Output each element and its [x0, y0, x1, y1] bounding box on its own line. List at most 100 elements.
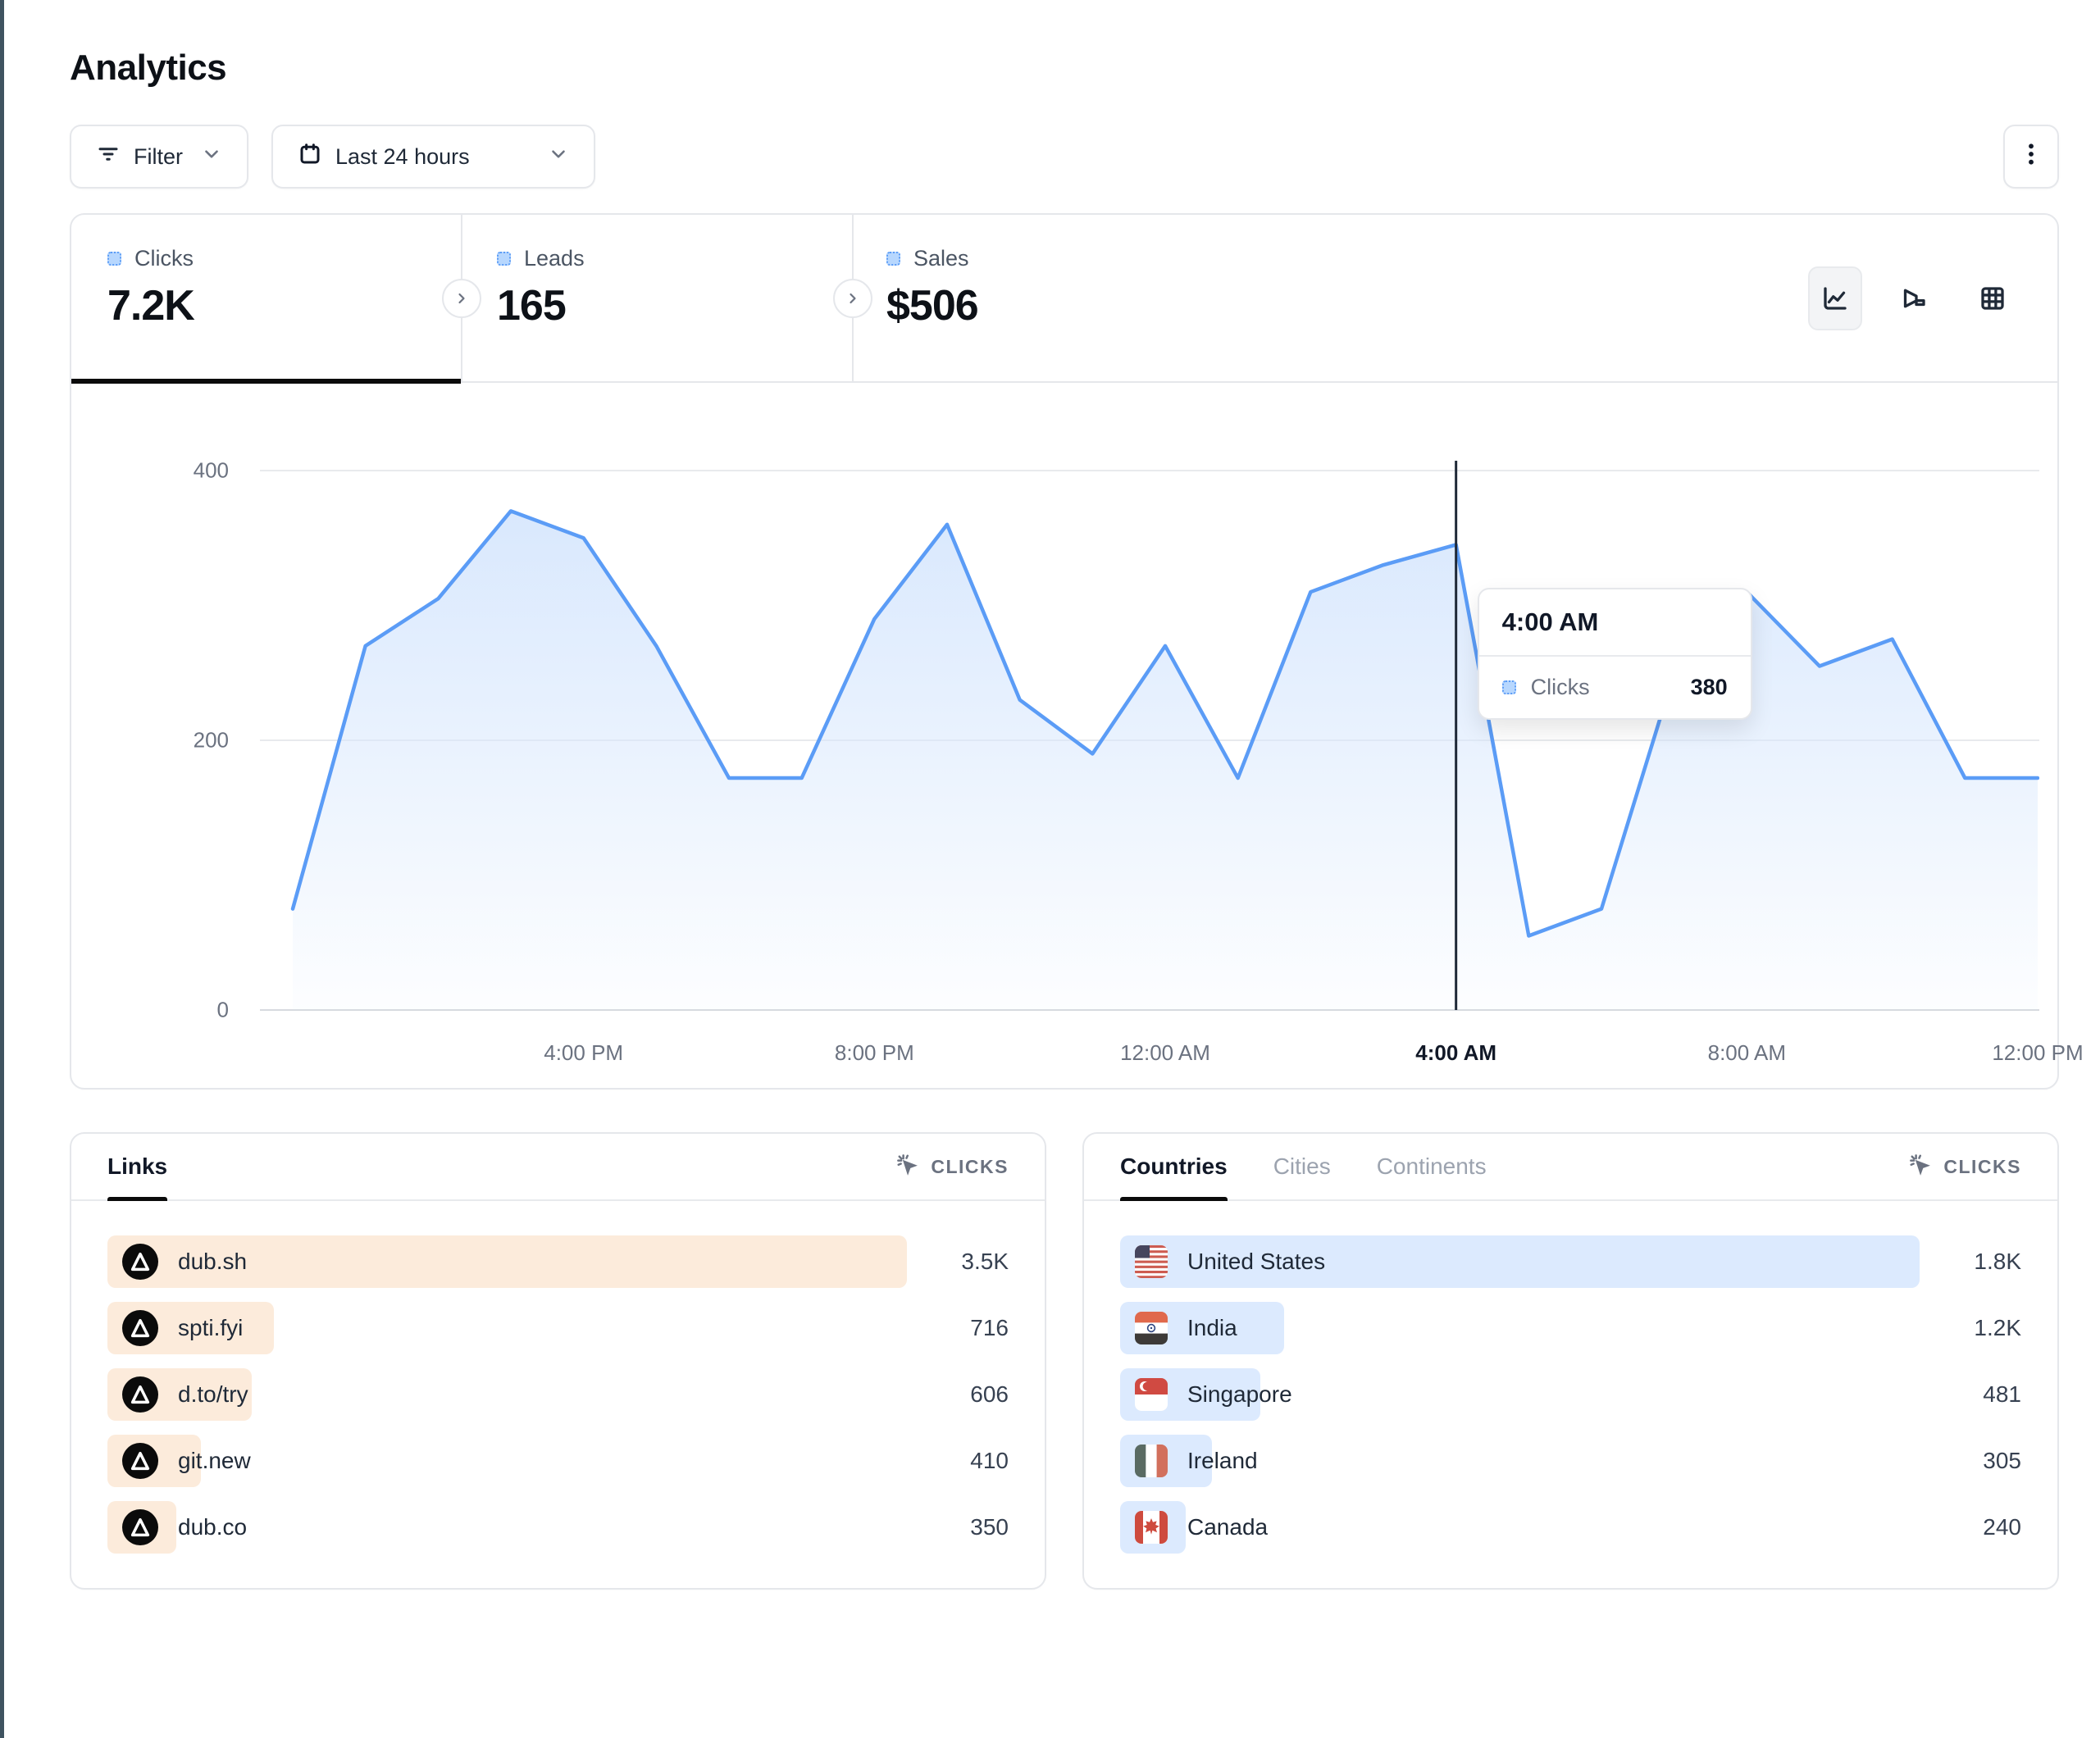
- detail-panels: Links CLICKS dub.sh 3.5K: [70, 1132, 2059, 1590]
- cursor-click-icon: [1907, 1152, 1932, 1181]
- date-range-label: Last 24 hours: [335, 144, 470, 170]
- dub-logo-icon: [122, 1310, 158, 1346]
- tab-cities[interactable]: Cities: [1273, 1134, 1331, 1199]
- link-label: git.new: [178, 1448, 251, 1474]
- table-view-button[interactable]: [1966, 266, 2020, 330]
- stat-value: 7.2K: [107, 281, 461, 330]
- dub-logo-icon: [122, 1443, 158, 1479]
- chart-view-toggle: [1808, 266, 2020, 330]
- links-metric-label: CLICKS: [931, 1156, 1009, 1178]
- funnel-view-button[interactable]: [1887, 266, 1941, 330]
- expand-leads-chevron[interactable]: [833, 279, 872, 318]
- link-value: 716: [970, 1315, 1009, 1341]
- country-label: India: [1187, 1315, 1237, 1341]
- link-value: 3.5K: [961, 1249, 1009, 1275]
- link-row[interactable]: dub.sh 3.5K: [107, 1235, 1009, 1288]
- links-panel-header: Links CLICKS: [71, 1134, 1045, 1201]
- countries-panel: Countries Cities Continents CLICKS: [1082, 1132, 2059, 1590]
- country-value: 240: [1983, 1514, 2021, 1540]
- chevron-down-icon: [548, 143, 569, 171]
- x-axis-tick: 12:00 AM: [1120, 1040, 1210, 1066]
- y-axis-tick: 200: [71, 728, 229, 753]
- link-label: dub.co: [178, 1514, 247, 1540]
- stats-row: Clicks 7.2K Leads 165 Sales $506: [71, 215, 2057, 383]
- link-label: dub.sh: [178, 1249, 247, 1275]
- link-row[interactable]: dub.co 350: [107, 1501, 1009, 1554]
- country-row[interactable]: India 1.2K: [1120, 1302, 2021, 1354]
- country-row[interactable]: United States 1.8K: [1120, 1235, 2021, 1288]
- singapore-flag-icon: [1135, 1378, 1168, 1411]
- x-axis-tick: 8:00 PM: [835, 1040, 914, 1066]
- filter-button[interactable]: Filter: [70, 125, 248, 189]
- countries-clicks-metric[interactable]: CLICKS: [1907, 1152, 2021, 1181]
- dub-logo-icon: [122, 1509, 158, 1545]
- country-value: 1.8K: [1974, 1249, 2021, 1275]
- analytics-card: Clicks 7.2K Leads 165 Sales $506: [70, 213, 2059, 1090]
- link-value: 350: [970, 1514, 1009, 1540]
- tab-countries[interactable]: Countries: [1120, 1134, 1228, 1199]
- x-axis-tick: 12:00 PM: [1992, 1040, 2083, 1066]
- controls-row: Filter Last 24 hours: [70, 125, 2059, 189]
- us-flag-icon: [1135, 1245, 1168, 1278]
- tab-continents[interactable]: Continents: [1377, 1134, 1487, 1199]
- leads-legend-square: [497, 252, 511, 266]
- line-chart-view-button[interactable]: [1808, 266, 1862, 330]
- stat-value: $506: [886, 281, 1240, 330]
- clicks-legend-square: [107, 252, 121, 266]
- x-axis-tick: 4:00 AM: [1415, 1040, 1496, 1066]
- links-rows: dub.sh 3.5K spti.fyi 716 d: [71, 1201, 1045, 1554]
- links-panel: Links CLICKS dub.sh 3.5K: [70, 1132, 1046, 1590]
- country-value: 481: [1983, 1381, 2021, 1408]
- chart-tooltip: 4:00 AM Clicks 380: [1478, 588, 1752, 720]
- country-label: United States: [1187, 1249, 1325, 1275]
- tab-links[interactable]: Links: [107, 1134, 167, 1199]
- countries-panel-header: Countries Cities Continents CLICKS: [1084, 1134, 2057, 1201]
- country-label: Ireland: [1187, 1448, 1258, 1474]
- country-value: 1.2K: [1974, 1315, 2021, 1341]
- tooltip-time: 4:00 AM: [1479, 589, 1751, 657]
- link-row[interactable]: git.new 410: [107, 1435, 1009, 1487]
- sales-legend-square: [886, 252, 900, 266]
- date-range-button[interactable]: Last 24 hours: [271, 125, 595, 189]
- link-value: 410: [970, 1448, 1009, 1474]
- countries-rows: United States 1.8K India 1.2K: [1084, 1201, 2057, 1554]
- stat-tab-leads[interactable]: Leads 165: [461, 215, 850, 381]
- expand-clicks-chevron[interactable]: [442, 279, 481, 318]
- y-axis-tick: 400: [71, 458, 229, 484]
- countries-metric-label: CLICKS: [1943, 1156, 2021, 1178]
- country-row[interactable]: Canada 240: [1120, 1501, 2021, 1554]
- filter-button-label: Filter: [134, 144, 183, 170]
- more-menu-button[interactable]: [2003, 125, 2059, 189]
- tooltip-series-label: Clicks: [1531, 675, 1590, 700]
- chart-plot[interactable]: [260, 428, 2039, 1022]
- clicks-chart[interactable]: 0 200 400 4:00 PM 8:00 PM 12:00 AM 4:00 AM 8:0…: [71, 383, 2057, 1088]
- dub-logo-icon: [122, 1244, 158, 1280]
- link-row[interactable]: spti.fyi 716: [107, 1302, 1009, 1354]
- stat-value: 165: [497, 281, 850, 330]
- kebab-icon: [2019, 140, 2043, 174]
- x-axis-tick: 8:00 AM: [1708, 1040, 1786, 1066]
- link-label: spti.fyi: [178, 1315, 243, 1341]
- link-value: 606: [970, 1381, 1009, 1408]
- stat-tab-sales[interactable]: Sales $506: [850, 215, 1240, 381]
- tooltip-legend-square: [1502, 680, 1516, 694]
- link-row[interactable]: d.to/try 606: [107, 1368, 1009, 1421]
- link-label: d.to/try: [178, 1381, 248, 1408]
- y-axis-tick: 0: [71, 998, 229, 1023]
- dub-logo-icon: [122, 1376, 158, 1413]
- cursor-click-icon: [895, 1152, 919, 1181]
- stat-tab-clicks[interactable]: Clicks 7.2K: [71, 215, 461, 381]
- stat-label: Leads: [524, 246, 585, 271]
- page-title: Analytics: [70, 48, 2059, 89]
- tooltip-value: 380: [1691, 675, 1728, 700]
- stat-label: Sales: [913, 246, 969, 271]
- calendar-icon: [298, 142, 322, 172]
- country-label: Canada: [1187, 1514, 1268, 1540]
- country-row[interactable]: Ireland 305: [1120, 1435, 2021, 1487]
- ireland-flag-icon: [1135, 1445, 1168, 1477]
- india-flag-icon: [1135, 1312, 1168, 1344]
- x-axis-tick: 4:00 PM: [544, 1040, 623, 1066]
- country-row[interactable]: Singapore 481: [1120, 1368, 2021, 1421]
- filter-icon: [96, 142, 121, 172]
- links-clicks-metric[interactable]: CLICKS: [895, 1152, 1009, 1181]
